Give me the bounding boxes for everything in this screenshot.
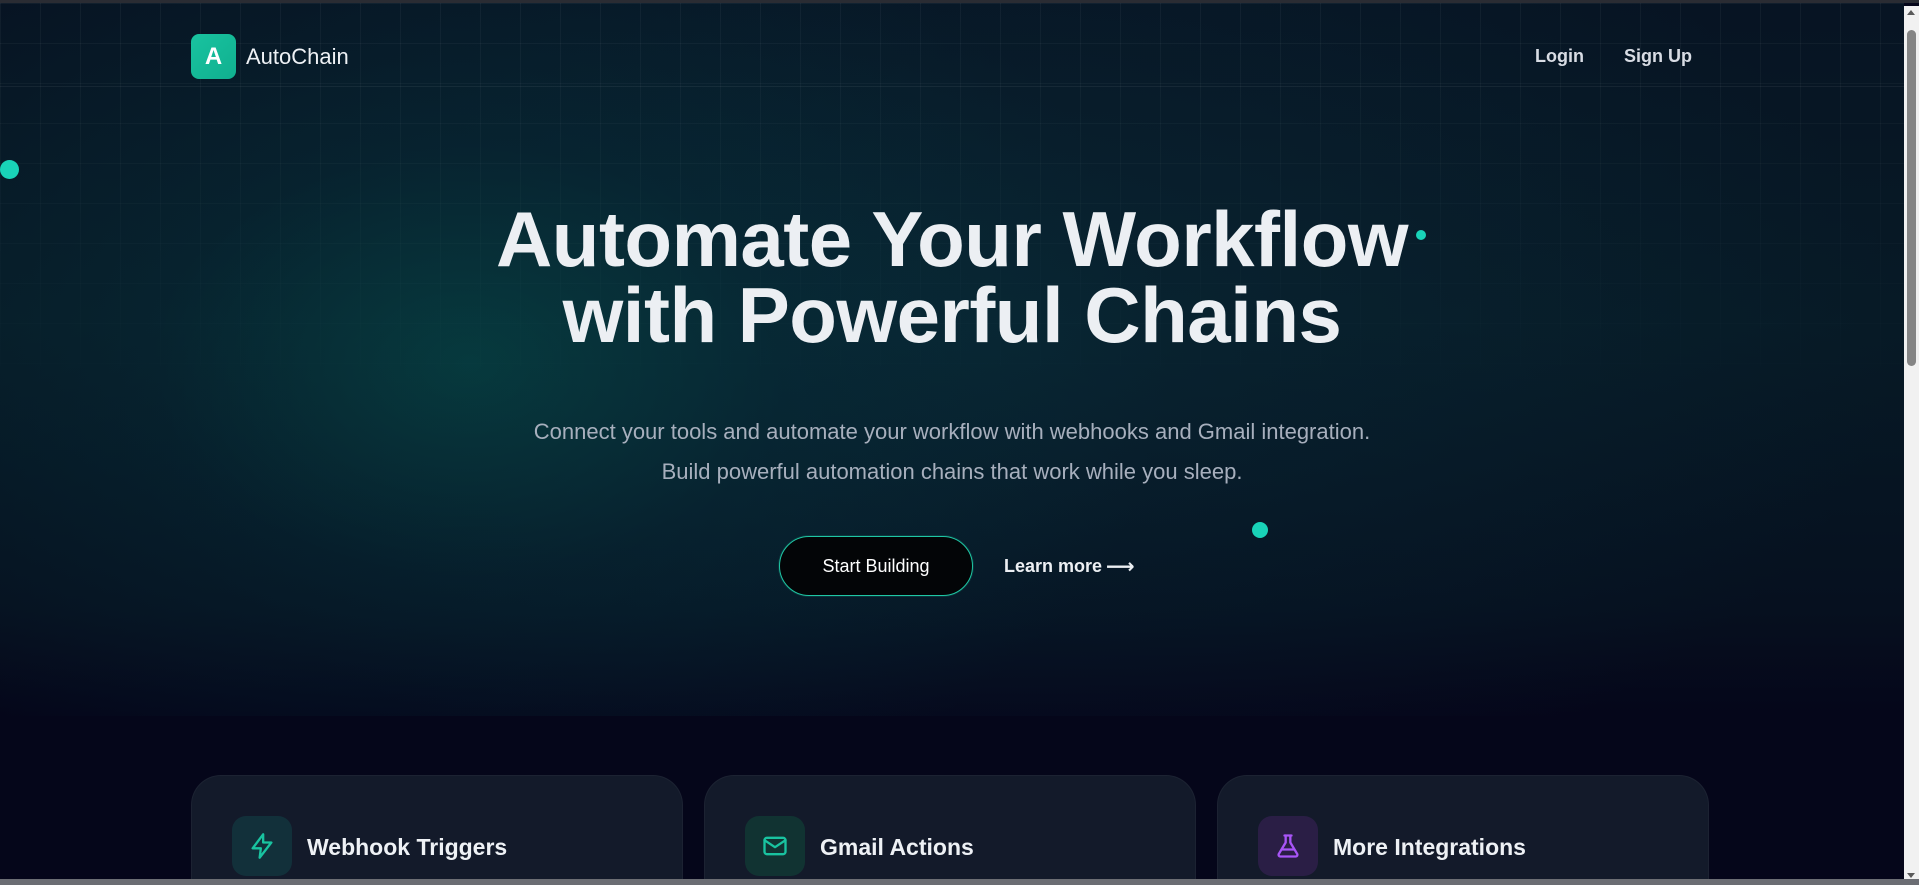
arrow-right-icon: ⟶ (1106, 555, 1135, 578)
brand-logo[interactable]: A AutoChain (191, 34, 349, 79)
mail-icon (745, 816, 805, 876)
scroll-up-arrow-icon[interactable] (1907, 10, 1915, 15)
hero-title-line-1: Automate Your Workflow (495, 195, 1409, 283)
hero-subtitle: Connect your tools and automate your wor… (0, 412, 1904, 492)
scroll-down-arrow-icon[interactable] (1907, 873, 1915, 878)
feature-title: Gmail Actions (820, 834, 974, 860)
logo-mark: A (191, 34, 236, 79)
navbar: A AutoChain Login Sign Up (0, 6, 1904, 87)
brand-name: AutoChain (246, 43, 349, 69)
flask-icon (1258, 816, 1318, 876)
hero-title: Automate Your Workflow with Powerful Cha… (0, 195, 1904, 359)
decorative-dot (1252, 522, 1268, 538)
feature-card-integrations: More Integrations (1217, 775, 1709, 879)
hero-subtitle-line-2: Build powerful automation chains that wo… (661, 459, 1243, 484)
hero-subtitle-line-1: Connect your tools and automate your wor… (533, 419, 1371, 444)
hero-title-line-2: with Powerful Chains (562, 271, 1342, 359)
decorative-dot (0, 160, 19, 179)
start-building-button[interactable]: Start Building (779, 536, 973, 596)
learn-more-link[interactable]: Learn more ⟶ (1004, 554, 1135, 579)
feature-card-gmail: Gmail Actions (704, 775, 1196, 879)
scrollbar[interactable] (1904, 6, 1919, 879)
nav-links: Login Sign Up (1535, 46, 1692, 67)
learn-more-label: Learn more (1004, 555, 1103, 576)
hero-cta-row: Start Building Learn more ⟶ (779, 536, 1135, 596)
signup-link[interactable]: Sign Up (1624, 46, 1692, 67)
feature-card-webhook: Webhook Triggers (191, 775, 683, 879)
feature-title: More Integrations (1333, 834, 1526, 860)
scroll-thumb[interactable] (1907, 30, 1916, 366)
feature-title: Webhook Triggers (307, 834, 508, 860)
lightning-icon (232, 816, 292, 876)
login-link[interactable]: Login (1535, 46, 1584, 67)
browser-viewport: A AutoChain Login Sign Up Automate Your … (0, 0, 1919, 885)
